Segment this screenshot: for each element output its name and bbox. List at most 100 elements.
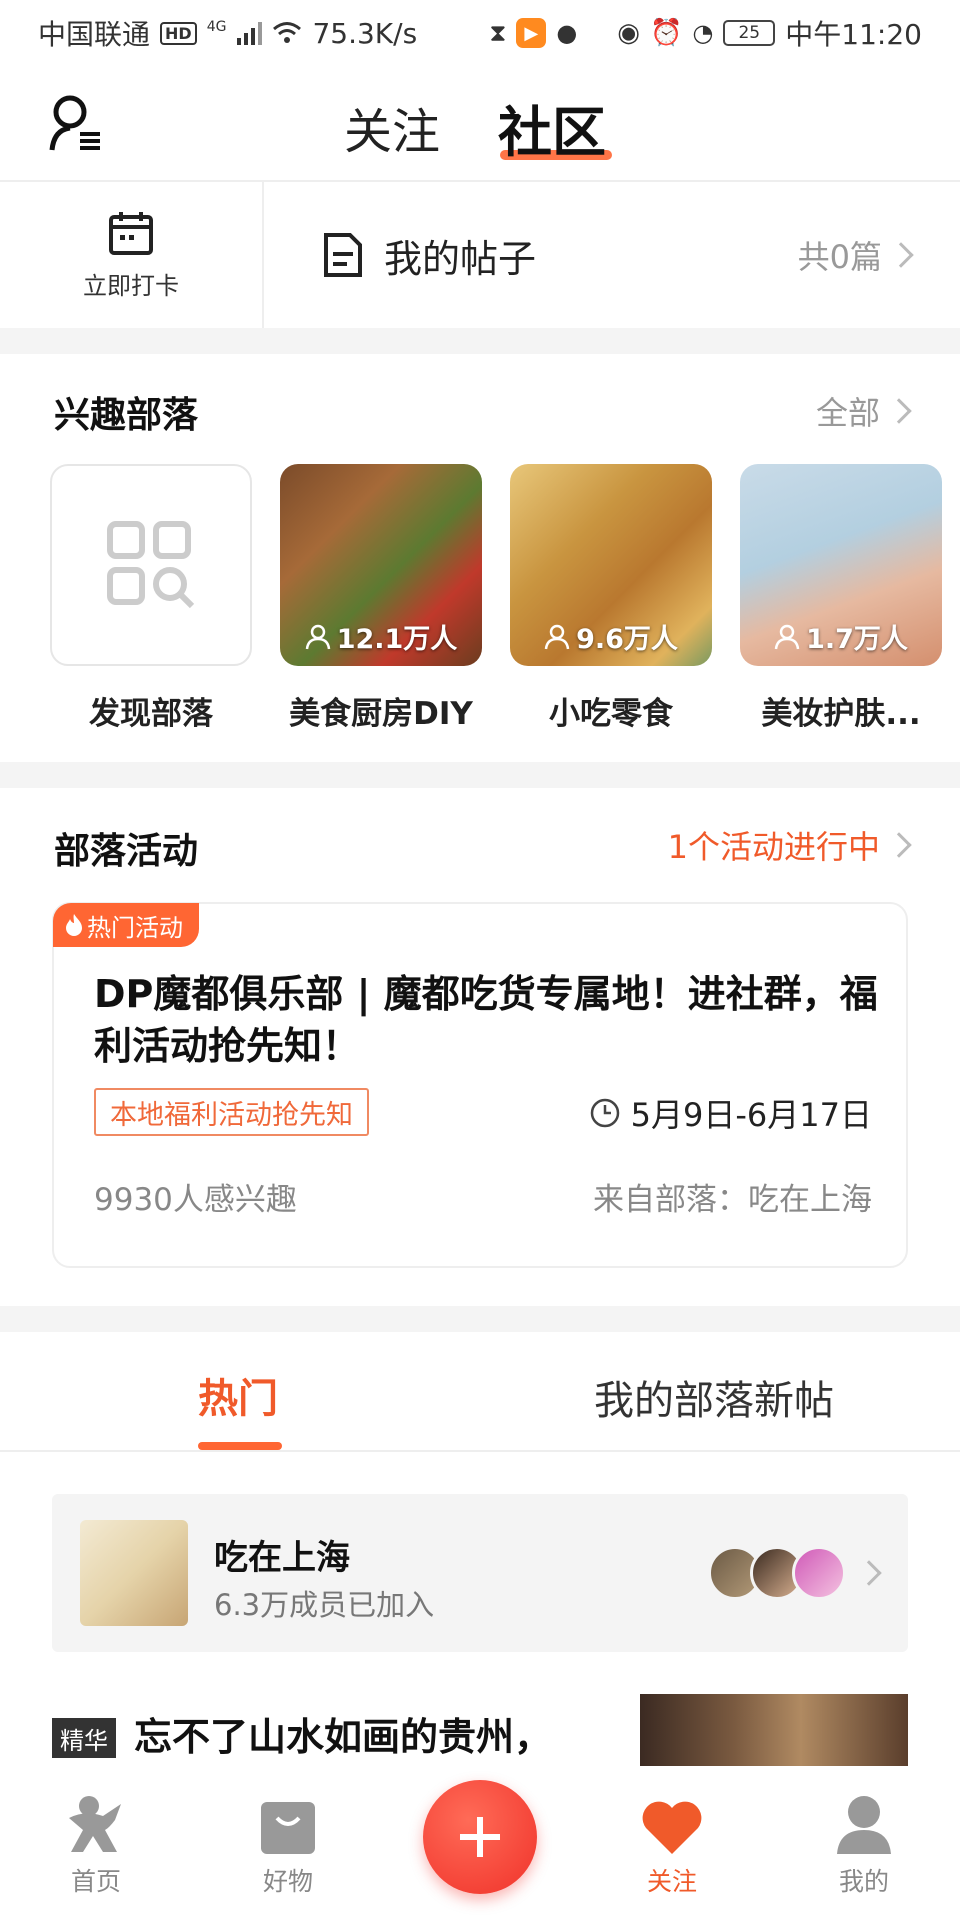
my-posts-row[interactable]: 我的帖子 共0篇 <box>264 182 960 328</box>
nav-home[interactable]: 首页 <box>0 1770 192 1920</box>
my-posts-title: 我的帖子 <box>384 236 537 281</box>
section-divider <box>0 1306 960 1332</box>
activity-interest-count: 9930人感兴趣 <box>94 1182 297 1218</box>
user-icon <box>837 1796 891 1854</box>
clock-time: 中午11:20 <box>785 18 922 51</box>
nav-mine-label: 我的 <box>838 1867 889 1896</box>
plus-icon <box>460 1817 500 1857</box>
calendar-icon <box>109 211 153 255</box>
activity-section-title: 部落活动 <box>54 831 199 872</box>
tribe-image: 12.1万人 <box>280 464 482 666</box>
tribe-banner-name: 吃在上海 <box>214 1538 350 1578</box>
active-tab-indicator <box>198 1442 282 1450</box>
tribe-name: 发现部落 <box>89 696 213 732</box>
activity-source-tribe: 来自部落：吃在上海 <box>593 1182 872 1218</box>
network-speed: 75.3K/s <box>312 16 418 50</box>
featured-post[interactable]: 精华 忘不了山水如画的贵州， <box>52 1694 908 1766</box>
document-icon <box>324 233 362 277</box>
signal-icon <box>237 22 263 45</box>
section-divider <box>0 328 960 354</box>
clock-icon <box>590 1098 619 1128</box>
feed-tabs: 热门 我的部落新帖 <box>0 1332 960 1452</box>
tab-hot[interactable]: 热门 <box>198 1366 278 1424</box>
wifi-icon <box>273 22 302 43</box>
tribe-image: 9.6万人 <box>510 464 712 666</box>
interest-all-label: 全部 <box>815 394 880 432</box>
avatar <box>792 1546 846 1600</box>
discover-card <box>50 464 252 666</box>
heart-icon <box>642 1801 702 1854</box>
tribe-snacks[interactable]: 9.6万人 小吃零食 <box>510 464 712 733</box>
interest-all-link[interactable]: 全部 <box>815 388 912 434</box>
home-icon <box>69 1796 121 1852</box>
interest-section-title: 兴趣部落 <box>54 395 199 436</box>
chevron-right-icon <box>886 398 912 424</box>
discover-grid-icon <box>107 521 195 609</box>
nav-post[interactable] <box>384 1770 576 1920</box>
featured-badge: 精华 <box>52 1718 116 1758</box>
member-avatars <box>708 1546 846 1600</box>
tribe-discover[interactable]: 发现部落 <box>50 464 252 733</box>
chevron-right-icon <box>856 1560 882 1586</box>
bottom-nav: 首页 好物 关注 我的 <box>0 1770 960 1920</box>
person-icon <box>544 624 570 649</box>
alarm-icon: ⏰ <box>649 18 683 48</box>
featured-post-image <box>640 1694 908 1766</box>
profile-list-icon[interactable] <box>48 94 104 154</box>
tribe-members-text: 9.6万人 <box>576 624 678 655</box>
battery-icon: 25 <box>723 20 776 46</box>
tribe-food-kitchen[interactable]: 12.1万人 美食厨房DIY <box>280 464 482 733</box>
chevron-right-icon <box>886 832 912 858</box>
nav-follow[interactable]: 关注 <box>576 1770 768 1920</box>
chevron-right-icon <box>888 242 914 268</box>
featured-post-title: 忘不了山水如画的贵州， <box>134 1715 553 1759</box>
tribe-list: 发现部落 12.1万人 美食厨房DIY 9.6万人 小吃零食 1.7万人 美妆护… <box>50 464 942 733</box>
activity-tag: 本地福利活动抢先知 <box>94 1088 369 1136</box>
tribe-members-text: 12.1万人 <box>336 624 458 655</box>
checkin-button[interactable]: 立即打卡 <box>0 182 264 328</box>
tribe-name: 美妆护肤... <box>761 696 921 732</box>
tribe-banner-members: 6.3万成员已加入 <box>214 1588 435 1622</box>
network-type: 4G <box>206 19 227 35</box>
quick-actions-row: 立即打卡 我的帖子 共0篇 <box>0 182 960 328</box>
nav-goods-label: 好物 <box>262 1867 313 1896</box>
activity-title: DP魔都俱乐部 | 魔都吃货专属地！进社群，福利活动抢先知！ <box>94 972 878 1068</box>
nav-home-label: 首页 <box>70 1867 121 1896</box>
nav-mine[interactable]: 我的 <box>768 1770 960 1920</box>
person-icon <box>774 624 800 649</box>
eye-icon: ◉ <box>617 18 640 48</box>
my-posts-count: 共0篇 <box>797 238 882 276</box>
hot-activity-badge: 热门活动 <box>53 903 199 947</box>
activity-status-link[interactable]: 1个活动进行中 <box>667 822 912 868</box>
person-icon <box>305 624 330 649</box>
activity-date: 5月9日-6月17日 <box>589 1090 872 1136</box>
tribe-name: 小吃零食 <box>549 696 673 732</box>
tab-follow[interactable]: 关注 <box>344 92 440 162</box>
speed-icon: ◔ <box>692 19 714 47</box>
nav-follow-label: 关注 <box>646 1867 697 1896</box>
hot-activity-label: 热门活动 <box>87 913 183 942</box>
tribe-banner[interactable]: 吃在上海 6.3万成员已加入 <box>52 1494 908 1652</box>
bag-icon <box>261 1802 315 1854</box>
hourglass-icon: ⧗ <box>489 19 507 47</box>
tribe-banner-image <box>80 1520 188 1626</box>
tribe-members-text: 1.7万人 <box>806 624 908 655</box>
activity-card[interactable]: 热门活动 DP魔都俱乐部 | 魔都吃货专属地！进社群，福利活动抢先知！ 本地福利… <box>52 902 908 1268</box>
hd-badge: HD <box>160 21 197 45</box>
plus-button[interactable] <box>423 1780 537 1894</box>
tab-community[interactable]: 社区 <box>498 88 606 167</box>
nav-goods[interactable]: 好物 <box>192 1770 384 1920</box>
tribe-beauty[interactable]: 1.7万人 美妆护肤... <box>740 464 942 733</box>
activity-date-text: 5月9日-6月17日 <box>630 1096 872 1134</box>
tribe-name: 美食厨房DIY <box>289 696 473 732</box>
carrier-label: 中国联通 <box>38 18 151 51</box>
activity-status-label: 1个活动进行中 <box>667 828 880 866</box>
chat-icon: ● <box>556 19 578 47</box>
tribe-member-count: 12.1万人 <box>280 617 482 656</box>
checkin-label: 立即打卡 <box>83 271 179 300</box>
tribe-member-count: 9.6万人 <box>510 617 712 656</box>
tab-my-tribe-posts[interactable]: 我的部落新帖 <box>594 1368 834 1426</box>
flame-icon <box>66 914 82 936</box>
status-bar: 中国联通 HD 4G 75.3K/s ⧗ ▶ ● ◉ ⏰ ◔ 25 中午11:2… <box>0 0 960 66</box>
top-header: 关注 社区 <box>0 66 960 182</box>
